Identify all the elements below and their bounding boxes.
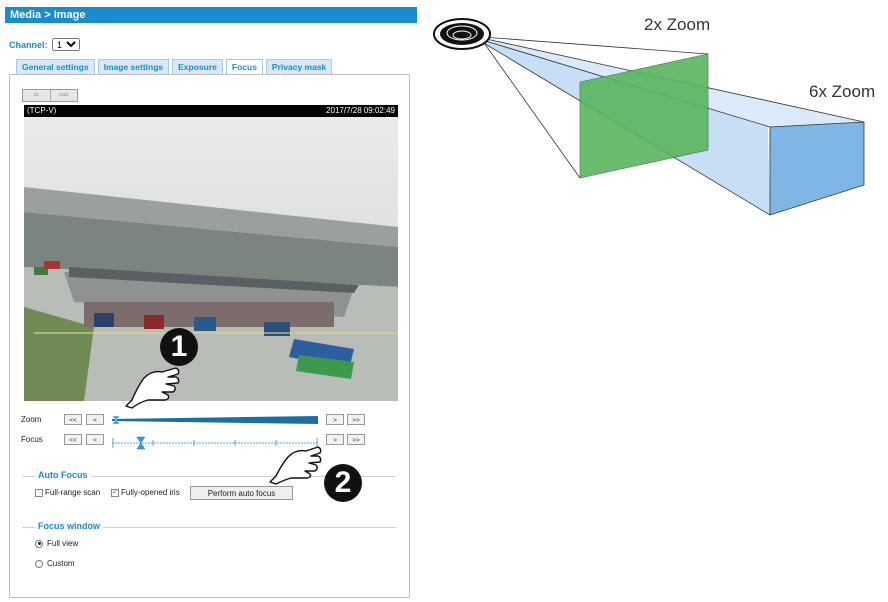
tab-privacy-mask[interactable]: Privacy mask	[265, 59, 333, 75]
zoom-wide-button[interactable]: <	[86, 414, 104, 425]
hand-pointer-icon	[269, 446, 322, 485]
focus-window-custom-option[interactable]: Custom	[35, 559, 75, 568]
fully-opened-iris-checkbox[interactable]: ✓	[111, 488, 119, 497]
channel-label: Channel:	[9, 40, 48, 50]
dome-camera-icon	[433, 18, 491, 50]
focus-far-fast-button[interactable]: >>	[347, 434, 365, 445]
zoom-diagram: 2x Zoom 6x Zoom	[420, 0, 888, 230]
zoom-label: Zoom	[21, 415, 42, 424]
fully-opened-iris-option[interactable]: ✓ Fully-opened iris	[111, 488, 180, 497]
zoom-2x-label: 2x Zoom	[644, 15, 711, 34]
hand-pointer-icon	[125, 367, 180, 409]
zoom-6x-label: 6x Zoom	[809, 82, 876, 101]
camera-header: (TCP-V) 2017/7/28 09:02:49	[24, 105, 398, 117]
step-marker-two: 2	[324, 464, 362, 502]
focus-far-button[interactable]: >	[326, 434, 344, 445]
tab-bar: General settings Image settings Exposure…	[16, 59, 333, 75]
perform-auto-focus-button[interactable]: Perform auto focus	[190, 486, 293, 500]
channel-select[interactable]: 1	[52, 38, 81, 51]
full-range-scan-label: Full-range scan	[45, 488, 101, 497]
camera-image	[24, 117, 398, 401]
tab-exposure[interactable]: Exposure	[172, 59, 223, 75]
view-mode-full-icon[interactable]: ▭▭	[51, 90, 78, 101]
camera-live-view[interactable]: (TCP-V) 2017/7/28 09:02:49	[24, 105, 398, 401]
focus-window-legend: Focus window	[35, 521, 103, 531]
focus-window-full-view-option[interactable]: Full view	[35, 539, 78, 548]
focus-near-fast-button[interactable]: <<	[64, 434, 82, 445]
camera-name: (TCP-V)	[27, 106, 57, 115]
full-view-radio[interactable]	[35, 539, 43, 548]
full-view-label: Full view	[47, 539, 79, 548]
fully-opened-iris-label: Fully-opened iris	[121, 488, 180, 497]
focus-label: Focus	[21, 435, 43, 444]
full-range-scan-option[interactable]: Full-range scan	[35, 488, 100, 497]
tab-image-settings[interactable]: Image settings	[97, 59, 170, 75]
custom-radio[interactable]	[35, 559, 43, 568]
zoom-tele-fast-button[interactable]: >>	[347, 414, 365, 425]
full-range-scan-checkbox[interactable]	[35, 488, 43, 497]
custom-label: Custom	[47, 559, 75, 568]
zoom-tele-button[interactable]: >	[326, 414, 344, 425]
channel-selector: Channel: 1	[9, 38, 81, 51]
auto-focus-legend: Auto Focus	[35, 470, 91, 480]
tab-focus[interactable]: Focus	[225, 59, 263, 75]
zoom-wide-fast-button[interactable]: <<	[64, 414, 82, 425]
zoom-slider[interactable]	[112, 416, 318, 424]
focus-near-button[interactable]: <	[86, 434, 104, 445]
camera-timestamp: 2017/7/28 09:02:49	[326, 106, 395, 115]
view-mode-auto-icon[interactable]: ▭	[23, 90, 51, 101]
view-size-toggle[interactable]: ▭ ▭▭	[22, 89, 78, 102]
page-title: Media > Image	[5, 7, 417, 23]
tab-general-settings[interactable]: General settings	[16, 59, 95, 75]
